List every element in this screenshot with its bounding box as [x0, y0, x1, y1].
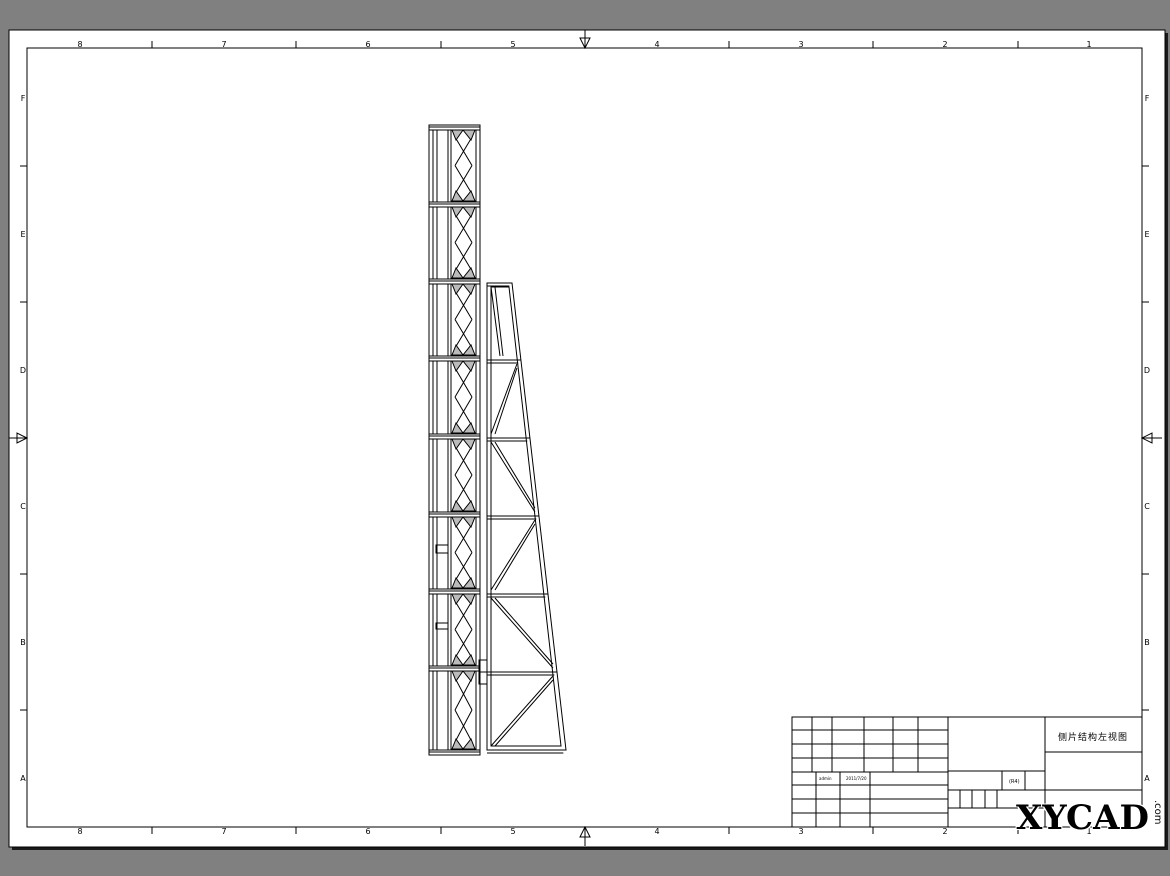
zone-label: 4 [654, 40, 659, 49]
zone-label: 1 [1086, 40, 1091, 49]
zone-label: B [1144, 638, 1150, 647]
design-date: 2011/7/20 [846, 776, 867, 781]
zone-label: E [20, 230, 25, 239]
paper [8, 29, 1166, 848]
xycad-watermark: XYCAD .com [1014, 794, 1164, 842]
zone-label: E [1144, 230, 1149, 239]
zone-label: F [1145, 94, 1150, 103]
zone-label: 8 [77, 40, 82, 49]
drawing-title: 侧片结构左视图 [1058, 731, 1128, 743]
zone-label: C [20, 502, 26, 511]
scale-label: (R4) [1009, 779, 1020, 785]
zone-label: F [21, 94, 26, 103]
zone-label: 6 [365, 40, 370, 49]
zone-label: 7 [221, 827, 226, 836]
zone-label: A [1144, 774, 1150, 783]
zone-label: 5 [510, 40, 515, 49]
zone-label: A [20, 774, 26, 783]
zone-label: 5 [510, 827, 515, 836]
zone-label: 8 [77, 827, 82, 836]
watermark-brand: XYCAD [1016, 798, 1149, 838]
zone-label: C [1144, 502, 1150, 511]
designer-name: admin [819, 776, 832, 781]
zone-label: 2 [942, 827, 947, 836]
zone-label: 3 [798, 40, 803, 49]
zone-label: 4 [654, 827, 659, 836]
zone-label: 2 [942, 40, 947, 49]
zone-label: D [20, 366, 26, 375]
zone-label: 6 [365, 827, 370, 836]
drawing-sheet: 87654321 87654321 FEDCBA FEDCBA 侧片结构左视图 … [8, 29, 1168, 850]
zone-label: D [1144, 366, 1150, 375]
zone-label: 7 [221, 40, 226, 49]
watermark-suffix: .com [1152, 800, 1163, 825]
zone-label: B [20, 638, 26, 647]
zone-label: 3 [798, 827, 803, 836]
